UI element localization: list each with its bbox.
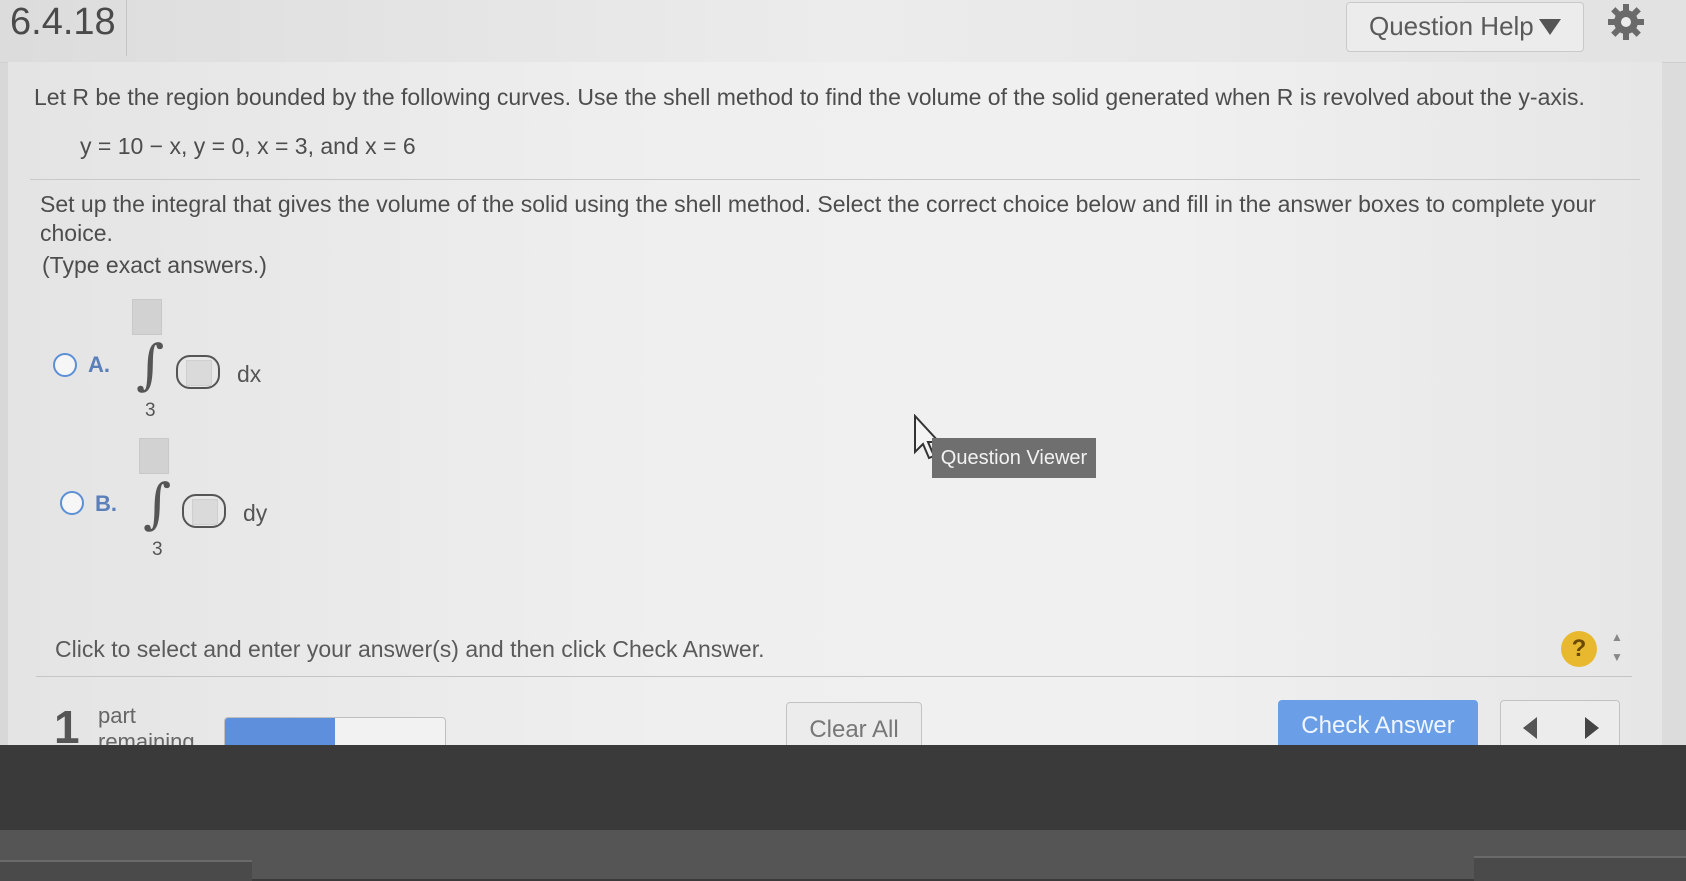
- choice-a-integrand-input[interactable]: [176, 355, 220, 389]
- desk-edge-right: [1474, 856, 1686, 881]
- divider: [30, 179, 1640, 180]
- curve-equations: y = 10 − x, y = 0, x = 3, and x = 6: [80, 133, 416, 159]
- choice-b-label: B.: [95, 491, 117, 516]
- desk-edge-left: [0, 860, 252, 881]
- gear-icon[interactable]: [1606, 2, 1646, 42]
- help-icon[interactable]: ?: [1561, 631, 1597, 667]
- clear-all-button[interactable]: Clear All: [786, 702, 922, 745]
- parts-remaining-count: 1: [54, 701, 80, 745]
- instructions: Set up the integral that gives the volum…: [40, 191, 1596, 246]
- choice-a-radio[interactable]: [53, 353, 77, 377]
- footer-divider: [36, 676, 1632, 677]
- choice-a-label: A.: [88, 352, 110, 377]
- scroll-arrows-icon[interactable]: ▲ ▼: [1608, 627, 1626, 671]
- parts-remaining-label: part remaining: [98, 703, 195, 745]
- choice-b-lower-limit: 3: [152, 539, 163, 560]
- answer-hint: (Type exact answers.): [42, 252, 267, 278]
- triangle-down-icon: [1539, 19, 1561, 35]
- choice-b-integrand-input[interactable]: [182, 494, 226, 528]
- integral-sign: ∫: [143, 472, 172, 535]
- top-bar: 6.4.18 Question Help: [0, 0, 1686, 63]
- question-number: 6.4.18: [10, 0, 127, 56]
- question-help-button[interactable]: Question Help: [1346, 2, 1584, 52]
- integral-sign: ∫: [136, 333, 165, 396]
- choice-a-lower-limit: 3: [145, 400, 156, 421]
- footer-prompt: Click to select and enter your answer(s)…: [55, 636, 765, 662]
- screen: 6.4.18 Question Help Let R be the region…: [0, 0, 1686, 745]
- choice-b-radio[interactable]: [60, 491, 84, 515]
- next-arrow-icon[interactable]: [1585, 717, 1599, 739]
- choice-a-differential: dx: [237, 361, 262, 387]
- question-viewer-tooltip: Question Viewer: [932, 438, 1096, 478]
- check-answer-button[interactable]: Check Answer: [1278, 700, 1478, 745]
- monitor-bezel: [0, 830, 1686, 879]
- question-stem: Let R be the region bounded by the follo…: [34, 84, 1585, 110]
- choice-b-differential: dy: [243, 500, 268, 526]
- choice-a-upper-limit-input[interactable]: [132, 299, 162, 335]
- progress-bar: [224, 717, 446, 745]
- question-nav: [1500, 700, 1620, 745]
- previous-arrow-icon[interactable]: [1523, 717, 1537, 739]
- progress-fill: [225, 718, 335, 745]
- question-help-label: Question Help: [1369, 11, 1534, 41]
- choice-b-upper-limit-input[interactable]: [139, 438, 169, 474]
